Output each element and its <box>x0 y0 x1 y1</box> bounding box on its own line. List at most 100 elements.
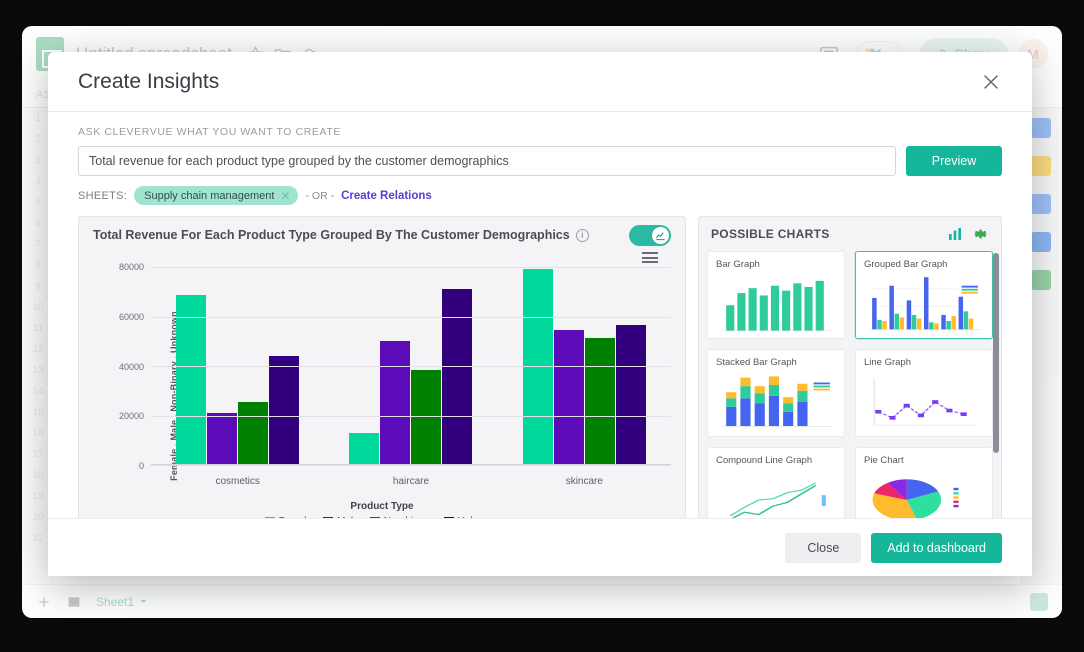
chart-title: Total Revenue For Each Product Type Grou… <box>93 228 570 242</box>
possible-charts-scroll[interactable]: Bar Graph Grouped Bar Graph Stacked Bar Gr… <box>699 251 1001 518</box>
panel-icons <box>947 226 989 242</box>
add-to-dashboard-button[interactable]: Add to dashboard <box>871 532 1002 563</box>
preview-button[interactable]: Preview <box>906 146 1002 176</box>
chart-view-toggle[interactable] <box>629 225 671 246</box>
legend-item[interactable]: Unknown <box>443 516 499 518</box>
chart-preview-card: Total Revenue For Each Product Type Grou… <box>78 216 686 518</box>
ask-label: ASK CLEVERVUE WHAT YOU WANT TO CREATE <box>78 126 341 138</box>
sheet-chip[interactable]: Supply chain management ✕ <box>134 186 299 205</box>
y-axis-tick: 80000 <box>118 262 144 272</box>
remove-sheet-icon[interactable]: ✕ <box>280 190 290 202</box>
possible-charts-header: POSSIBLE CHARTS <box>699 217 1001 251</box>
x-axis-tick: cosmetics <box>215 476 260 487</box>
bar-chart-icon[interactable] <box>947 226 963 242</box>
bar[interactable] <box>553 330 584 465</box>
x-axis-title: Product Type <box>350 501 414 512</box>
panel-scrollbar[interactable] <box>993 253 999 453</box>
chart-type-card-bar[interactable]: Bar Graph <box>707 251 845 339</box>
chart-icon <box>655 232 665 241</box>
sheet-chip-label: Supply chain management <box>144 189 275 202</box>
chart-type-label: Pie Chart <box>864 455 904 466</box>
gridline: 60000 <box>119 312 671 322</box>
chart-title-row: Total Revenue For Each Product Type Grou… <box>93 228 589 242</box>
possible-charts-panel: POSSIBLE CHARTS Bar Graph Grouped Bar Gra… <box>698 216 1002 518</box>
legend-swatch <box>264 516 275 518</box>
bar[interactable] <box>207 413 238 465</box>
gear-icon[interactable] <box>973 226 989 242</box>
chart-type-card-line[interactable]: Line Graph <box>855 349 993 437</box>
bar[interactable] <box>584 337 615 465</box>
bar[interactable] <box>269 356 300 465</box>
chart-type-thumbnail <box>864 374 984 430</box>
legend-swatch <box>369 516 380 518</box>
legend-label: Male <box>337 516 359 518</box>
x-axis-tick: haircare <box>392 476 430 487</box>
create-relations-link[interactable]: Create Relations <box>341 190 432 202</box>
sheet-tabs-bar: Sheet1 <box>22 584 1062 618</box>
chart-axes: 0 20000 40000 60000 80000 <box>119 262 671 471</box>
gridline: 40000 <box>119 362 671 372</box>
modal-body: ASK CLEVERVUE WHAT YOU WANT TO CREATE Pr… <box>48 112 1032 518</box>
chart-type-card-grouped-bar[interactable]: Grouped Bar Graph <box>855 251 993 339</box>
x-axis-tick: skincare <box>565 476 603 487</box>
bar[interactable] <box>615 325 646 465</box>
legend-label: Non-binary <box>384 516 433 518</box>
query-row: Preview <box>78 146 1002 176</box>
modal-title: Create Insights <box>78 69 220 93</box>
chart-type-card-compound-line[interactable]: Compound Line Graph <box>707 447 845 518</box>
chart-type-card-stacked-bar[interactable]: Stacked Bar Graph <box>707 349 845 437</box>
calendar-app-icon[interactable] <box>1031 118 1051 138</box>
chart-type-thumbnail <box>716 472 836 518</box>
legend-item[interactable]: Male <box>323 516 359 518</box>
add-on-icon[interactable] <box>1031 270 1051 290</box>
keep-app-icon[interactable] <box>1031 156 1051 176</box>
all-sheets-icon[interactable] <box>66 594 82 610</box>
sheet-tab-sheet1[interactable]: Sheet1 <box>96 595 148 609</box>
panels: Total Revenue For Each Product Type Grou… <box>78 216 1002 518</box>
gridline: 80000 <box>119 262 671 272</box>
close-icon[interactable] <box>980 71 1002 93</box>
chart-type-thumbnail <box>864 276 984 332</box>
contacts-app-icon[interactable] <box>1031 232 1051 252</box>
bar[interactable] <box>380 341 411 465</box>
possible-charts-heading: POSSIBLE CHARTS <box>711 227 830 241</box>
y-axis-tick: 40000 <box>118 361 144 372</box>
chart-legend: Product Type Female Male Non-binary Unknown <box>79 501 685 518</box>
tasks-app-icon[interactable] <box>1031 194 1051 214</box>
screen: Untitled spreadsheet Share M A1 1 2 3 <box>0 0 1084 652</box>
modal-header: Create Insights <box>48 52 1032 112</box>
y-axis-tick: 20000 <box>118 411 144 422</box>
sheets-label: SHEETS: <box>78 189 128 202</box>
chart-type-label: Line Graph <box>864 357 912 368</box>
bar[interactable] <box>238 401 269 465</box>
explore-button[interactable] <box>1030 592 1048 611</box>
legend-item[interactable]: Non-binary <box>369 516 433 518</box>
or-separator: - OR - <box>305 189 335 202</box>
close-button[interactable]: Close <box>785 532 862 563</box>
chevron-down-icon[interactable] <box>139 597 148 606</box>
create-insights-modal: Create Insights ASK CLEVERVUE WHAT YOU W… <box>48 52 1032 576</box>
possible-charts-grid: Bar Graph Grouped Bar Graph Stacked Bar Gr… <box>707 251 993 518</box>
info-icon[interactable]: i <box>575 228 589 242</box>
y-axis-tick: 60000 <box>118 311 144 322</box>
chart-type-label: Bar Graph <box>716 259 760 270</box>
bar[interactable] <box>349 432 380 465</box>
gridline: 0 <box>139 461 671 471</box>
bar[interactable] <box>176 295 207 465</box>
sheet-tab-label: Sheet1 <box>96 594 135 609</box>
legend-items: Female Male Non-binary Unknown <box>79 516 685 518</box>
query-input[interactable] <box>78 146 896 176</box>
chart-type-card-pie[interactable]: Pie Chart <box>855 447 993 518</box>
gridline: 20000 <box>119 411 671 421</box>
x-axis-tick-labels: cosmetics haircare skincare <box>151 476 671 487</box>
legend-item[interactable]: Female <box>264 516 312 518</box>
chart-type-label: Compound Line Graph <box>716 455 813 466</box>
legend-label: Female <box>279 516 312 518</box>
bar[interactable] <box>522 269 553 465</box>
sheets-row: SHEETS: Supply chain management ✕ - OR -… <box>78 186 1002 205</box>
legend-swatch <box>443 516 454 518</box>
add-sheet-icon[interactable] <box>36 594 52 610</box>
modal-footer: Close Add to dashboard <box>48 518 1032 576</box>
chart-type-label: Stacked Bar Graph <box>716 357 797 368</box>
bar[interactable] <box>411 369 442 465</box>
